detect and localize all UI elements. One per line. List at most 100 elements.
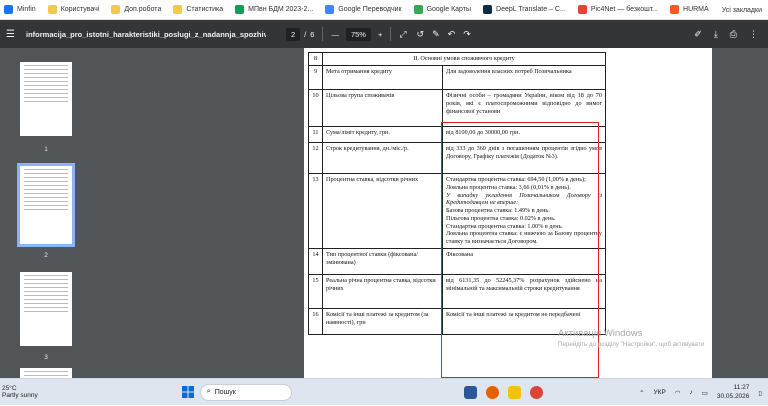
row-number: 9	[308, 65, 323, 90]
bookmark-icon	[325, 5, 335, 14]
wifi-icon[interactable]: ◠	[675, 389, 681, 397]
bookmark-label: DeepL Translate – С...	[496, 6, 566, 13]
pdf-toolbar: ☰ informacija_pro_istotni_harakteristiki…	[0, 20, 768, 48]
annotate-icon[interactable]: ✐	[694, 29, 702, 40]
table-row: 8 II. Основні умови споживчого кредиту	[308, 52, 606, 66]
page-input[interactable]: 2	[286, 27, 301, 41]
windows-icon	[181, 386, 194, 398]
clock[interactable]: 11:27 30.05.2026	[717, 384, 750, 400]
file-title: informacija_pro_istotni_harakteristiki_p…	[26, 29, 266, 39]
search-label: Пошук	[214, 388, 236, 396]
section-heading: II. Основні умови споживчого кредиту	[322, 52, 606, 66]
row-number: 12	[308, 142, 323, 174]
undo-icon[interactable]: ↶	[448, 29, 456, 40]
rotate-icon[interactable]: ↺	[417, 29, 425, 40]
chrome-icon[interactable]	[529, 385, 543, 399]
bookmark-label: МПвн БДМ 2023-2...	[248, 6, 314, 13]
windows-activation-watermark: Активація Windows Перейдіть до розділу "…	[558, 328, 704, 348]
row-value: Для задоволення власних потреб Позичальн…	[442, 65, 606, 90]
page-total: 6	[310, 29, 315, 39]
row-label: Процентна ставка, відсотки річних	[322, 173, 443, 249]
row-value: Фізичні особи – громадяни України, віком…	[442, 89, 606, 127]
bookmark-label: Google Переводчик	[338, 6, 402, 13]
notifications-icon[interactable]: ▯	[758, 389, 762, 397]
zoom-in-button[interactable]: +	[378, 30, 382, 39]
all-bookmarks-button[interactable]: Усі закладки	[722, 0, 762, 19]
download-icon[interactable]: ⤓	[714, 29, 718, 40]
bookmark-icon	[111, 5, 121, 14]
bookmark-item[interactable]: Статистика	[173, 5, 223, 14]
volume-icon[interactable]: ♪	[689, 389, 692, 396]
weather-temp: 25°C	[2, 384, 17, 392]
bookmark-icon	[173, 5, 183, 14]
bookmark-item[interactable]: DeepL Translate – С...	[483, 5, 566, 14]
clock-time: 11:27	[733, 384, 750, 392]
bookmark-item[interactable]: Користувачі	[47, 5, 99, 14]
bookmark-item[interactable]: МПвн БДМ 2023-2...	[235, 5, 313, 14]
zoom-controls: — 75% +	[331, 27, 382, 41]
bookmark-item[interactable]: Minfin	[4, 5, 36, 14]
row-number: 11	[308, 126, 323, 143]
weather-condition: Partly sunny	[2, 392, 38, 399]
thumbnail-sidebar: 1 2 3	[0, 48, 92, 388]
menu-icon[interactable]: ☰	[6, 29, 20, 40]
thumbnail-page-1[interactable]	[20, 62, 72, 136]
bookmark-item[interactable]: Google Переводчик	[325, 5, 402, 14]
taskbar: 25°C Partly sunny ⌕ Пошук ⌃ УКР ◠ ♪ ▭ 11…	[0, 378, 768, 405]
redo-icon[interactable]: ↷	[463, 29, 471, 40]
bookmark-icon	[235, 5, 245, 14]
zoom-out-button[interactable]: —	[331, 30, 339, 39]
row-label: Цільова група споживачів	[322, 89, 443, 127]
page-navigator: 2 / 6	[286, 27, 315, 41]
row-label: Сума/ліміт кредиту, грн.	[322, 126, 443, 143]
bookmark-icon	[4, 5, 13, 14]
bookmark-label: Доп.робота	[124, 6, 162, 13]
watermark-subtitle: Перейдіть до розділу "Настройки", щоб ак…	[558, 341, 705, 348]
more-options-icon[interactable]: ⋮	[749, 29, 758, 40]
bookmark-item[interactable]: Google Карты	[413, 5, 471, 14]
taskbar-search[interactable]: ⌕ Пошук	[199, 383, 292, 401]
search-icon: ⌕	[206, 388, 211, 395]
fit-page-icon[interactable]: ⤢	[399, 29, 406, 40]
bookmark-icon	[483, 5, 493, 14]
file-explorer-icon[interactable]	[507, 385, 521, 399]
table-row: 9 Мета отримання кредиту Для задоволення…	[308, 65, 606, 90]
toolbar-divider	[390, 27, 392, 41]
thumbnail-number: 1	[44, 146, 48, 153]
print-icon[interactable]: ⎙	[730, 29, 737, 40]
bookmark-item[interactable]: Pic4Net — безкошт...	[577, 5, 658, 14]
watermark-title: Активація Windows	[558, 328, 643, 339]
row-number: 8	[308, 52, 323, 66]
row-number: 13	[308, 173, 323, 249]
language-indicator[interactable]: УКР	[654, 389, 666, 396]
system-tray: ⌃ УКР ◠ ♪ ▭ 11:27 30.05.2026 ▯	[639, 379, 762, 406]
table-row: 10 Цільова група споживачів Фізичні особ…	[308, 89, 606, 127]
taskbar-apps	[463, 385, 543, 399]
thumbnail-number: 3	[44, 354, 48, 361]
bookmark-label: Статистика	[186, 6, 224, 13]
bookmark-icon	[47, 5, 57, 14]
bookmark-item[interactable]: HURMA	[670, 5, 709, 14]
bookmark-label: HURMA	[683, 6, 709, 13]
chevron-up-icon[interactable]: ⌃	[639, 389, 644, 397]
toolbar-actions: ✐ ⤓ ⎙ ⋮	[694, 29, 758, 40]
toolbar-divider	[322, 27, 324, 41]
highlight-icon[interactable]: ✎	[432, 29, 440, 40]
weather-widget[interactable]: 25°C Partly sunny	[2, 385, 38, 400]
bookmark-icon	[670, 5, 680, 14]
thumbnail-page-2[interactable]	[17, 163, 75, 247]
thumbnail-page-3[interactable]	[20, 272, 72, 346]
bookmark-icon	[577, 5, 587, 14]
row-label: Тип процентної ставки (фіксована/змінюва…	[322, 247, 443, 275]
bookmark-icon	[413, 5, 423, 14]
row-label: Реальна річна процентна ставка, відсотки…	[322, 273, 443, 309]
battery-icon[interactable]: ▭	[702, 389, 708, 397]
row-label: Строк кредитування, дн./міс./р.	[322, 142, 443, 174]
zoom-input[interactable]: 75%	[345, 27, 371, 41]
firefox-icon[interactable]	[485, 385, 499, 399]
word-icon[interactable]	[463, 385, 477, 399]
row-number: 10	[308, 89, 323, 127]
bookmark-item[interactable]: Доп.робота	[111, 5, 161, 14]
start-button[interactable]	[181, 386, 194, 398]
thumbnail-number: 2	[44, 252, 48, 259]
